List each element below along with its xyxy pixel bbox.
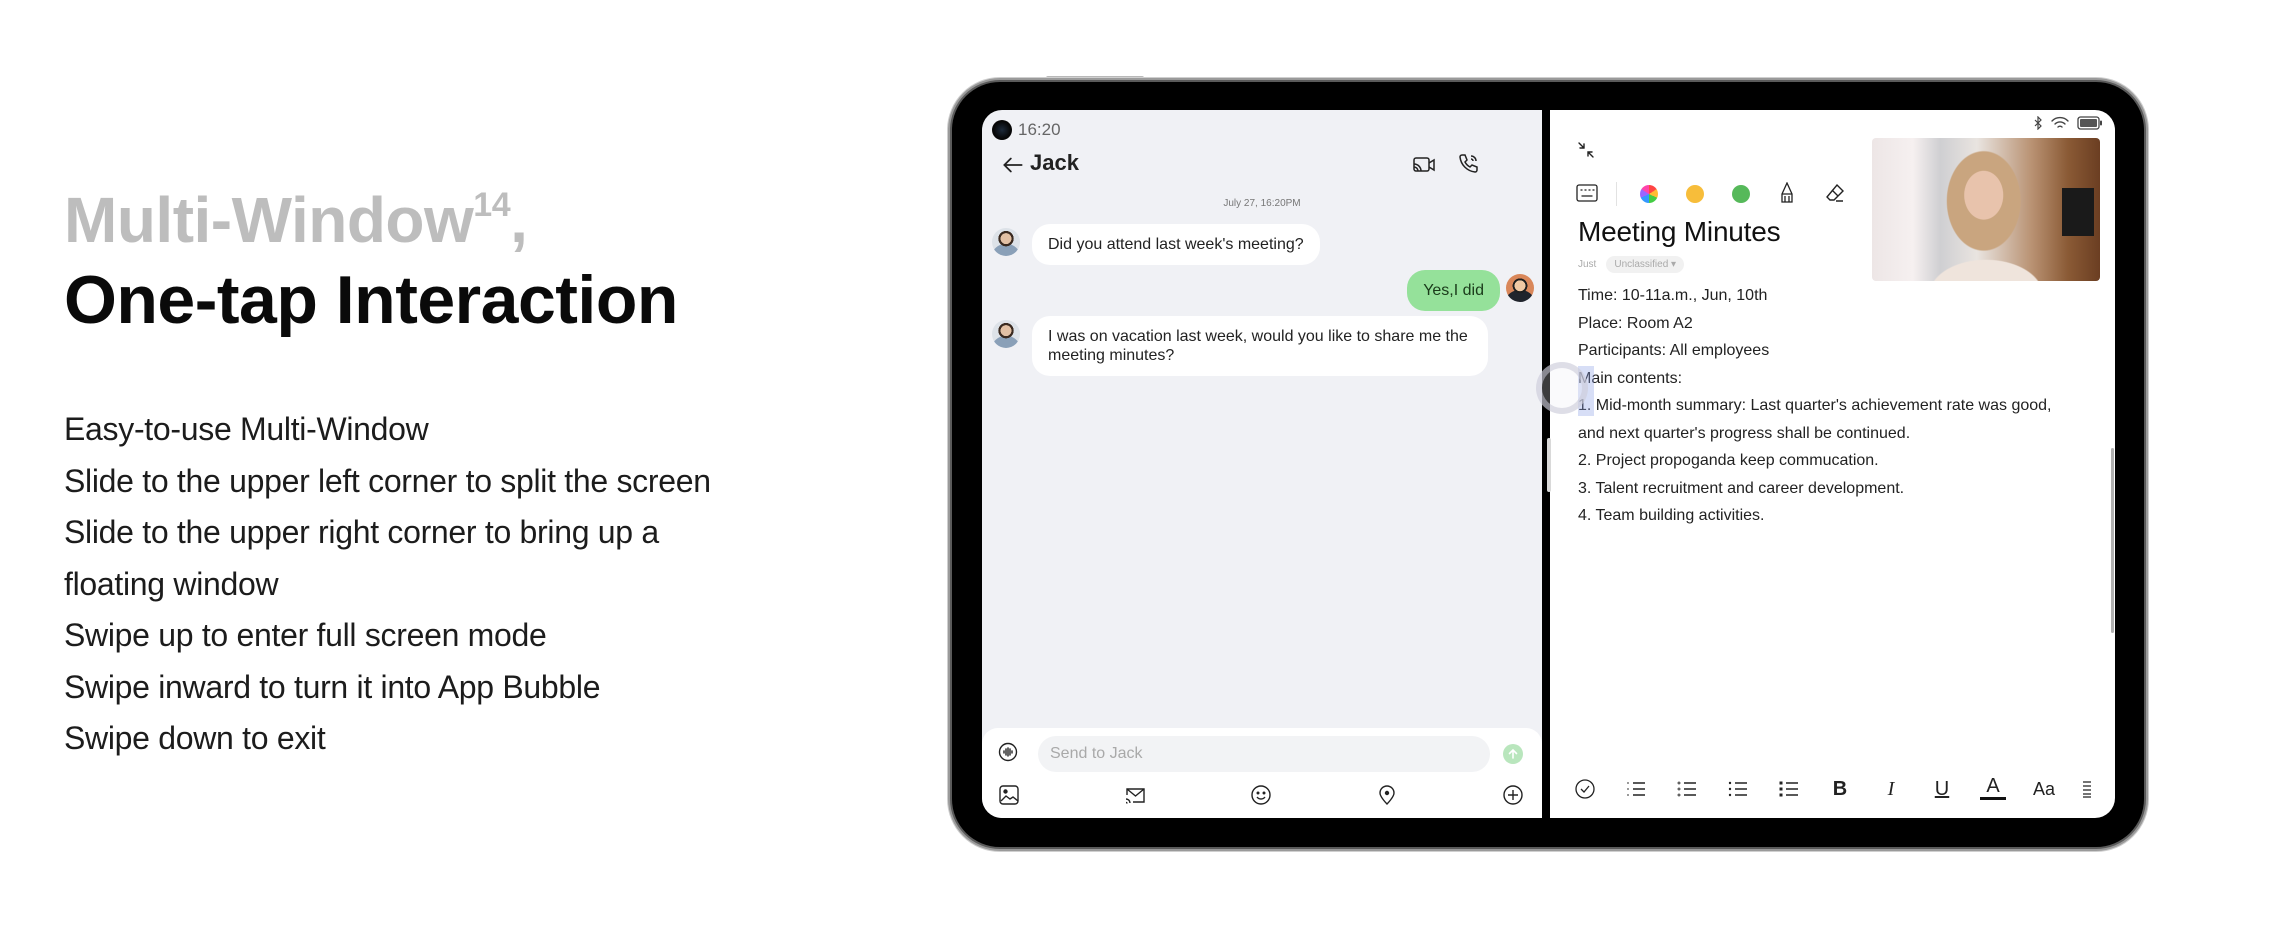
note-line: Participants: All employees [1578, 342, 1770, 359]
feature-list: Easy-to-use Multi-Window Slide to the up… [64, 404, 711, 765]
avatar-me[interactable] [1506, 274, 1534, 302]
message-row: I was on vacation last week, would you l… [982, 316, 1542, 380]
feature-item: floating window [64, 565, 279, 602]
note-line: and next quarter's progress shall be con… [1578, 424, 1911, 442]
numbered-list-icon[interactable] [1623, 776, 1649, 802]
category-dropdown[interactable]: Unclassified ▾ [1606, 256, 1685, 273]
note-title[interactable]: Meeting Minutes [1578, 216, 1781, 248]
add-icon[interactable] [1502, 784, 1524, 806]
back-arrow-icon[interactable] [1000, 152, 1026, 178]
feature-item: Easy-to-use Multi-Window [64, 411, 429, 447]
wifi-icon [2051, 116, 2069, 128]
mail-cast-icon[interactable] [1124, 784, 1146, 806]
note-line: Place: Room A2 [1578, 314, 1693, 332]
video-background-tv [2062, 188, 2094, 236]
category-label: Unclassified [1614, 259, 1669, 270]
message-bubble[interactable]: I was on vacation last week, would you l… [1032, 316, 1488, 376]
feature-item: Swipe inward to turn it into App Bubble [64, 668, 601, 705]
feature-item: Swipe down to exit [64, 720, 326, 756]
bulleted-list-bold-icon[interactable] [1776, 776, 1802, 802]
phone-call-icon[interactable] [1456, 152, 1480, 176]
lettered-list-icon[interactable] [1674, 776, 1700, 802]
split-divider-handle[interactable] [1547, 438, 1551, 492]
bluetooth-icon [2034, 116, 2042, 130]
message-bubble-mine[interactable]: Yes,I did [1407, 270, 1500, 311]
floating-video-window[interactable] [1872, 138, 2100, 281]
emoji-icon[interactable] [1250, 784, 1272, 806]
note-body[interactable]: Time: 10-11a.m., Jun, 10th Place: Room A… [1578, 282, 2098, 530]
touch-indicator [1536, 362, 1588, 414]
headline-title: Multi-Window [64, 184, 474, 256]
chat-title: Jack [1030, 150, 1079, 175]
toolbar-divider [1616, 182, 1617, 206]
underline-button[interactable]: U [1929, 776, 1955, 802]
note-line: Time: 10-11a.m., Jun, 10th [1578, 287, 1768, 304]
note-line: Main contents: [1578, 369, 1683, 387]
status-time: 16:20 [1018, 120, 1061, 139]
chat-window: 16:20 Jack July 27, 16:20PM Did you atte… [982, 110, 1542, 818]
avatar-jack[interactable] [992, 228, 1020, 256]
send-button[interactable] [1503, 744, 1523, 764]
note-line: 2. Project propoganda keep commucation. [1578, 452, 1879, 469]
voice-input-icon[interactable] [998, 742, 1018, 762]
pen-icon[interactable] [1780, 182, 1794, 204]
headline-comma: , [510, 184, 528, 256]
note-line: 3. Talent recruitment and career develop… [1578, 479, 1905, 497]
caret-down-icon: ▾ [1671, 259, 1677, 270]
font-color-button[interactable]: A [1980, 775, 2006, 800]
video-call-icon[interactable] [1412, 154, 1436, 176]
green-color-icon[interactable] [1732, 185, 1750, 203]
keyboard-icon[interactable] [1576, 184, 1598, 202]
format-toolbar: B I U A Aa [1550, 774, 2115, 804]
bold-button[interactable]: B [1827, 776, 1853, 802]
feature-item: Slide to the upper right corner to bring… [64, 514, 659, 550]
font-size-button[interactable]: Aa [2031, 776, 2057, 802]
message-composer [982, 728, 1542, 818]
status-bar [2033, 116, 2103, 130]
avatar-jack[interactable] [992, 320, 1020, 348]
location-icon[interactable] [1376, 784, 1398, 806]
message-input[interactable] [1038, 736, 1490, 772]
note-line: 1. Mid-month summary: Last quarter's ach… [1578, 397, 2052, 414]
feature-item: Slide to the upper left corner to split … [64, 462, 711, 499]
message-bubble[interactable]: Did you attend last week's meeting? [1032, 224, 1320, 265]
italic-button[interactable]: I [1878, 776, 1904, 802]
message-row: Yes,I did [982, 270, 1542, 314]
chat-header: Jack [982, 146, 1542, 186]
note-line: 4. Team building activities. [1578, 507, 1765, 524]
front-camera-icon [992, 120, 1012, 140]
checklist-icon[interactable] [1572, 776, 1598, 802]
yellow-color-icon[interactable] [1686, 185, 1704, 203]
headline-line2: One-tap Interaction [64, 262, 678, 338]
headline: Multi-Window14, One-tap Interaction [64, 166, 678, 341]
notes-scrollbar[interactable] [2111, 448, 2114, 633]
message-row: Did you attend last week's meeting? [982, 224, 1542, 268]
note-timestamp: Just [1578, 259, 1597, 270]
color-palette-icon[interactable] [1640, 185, 1658, 203]
footnote-superscript: 14 [473, 186, 511, 224]
eraser-icon[interactable] [1824, 182, 1846, 204]
feature-item: Swipe up to enter full screen mode [64, 617, 547, 653]
bulleted-list-icon[interactable] [1725, 776, 1751, 802]
date-stamp: July 27, 16:20PM [1223, 198, 1301, 209]
image-icon[interactable] [998, 784, 1020, 806]
note-meta: Just Unclassified ▾ [1578, 256, 1685, 273]
shrink-window-icon[interactable] [1576, 140, 1596, 160]
headline-line1: Multi-Window14, [64, 166, 678, 259]
tablet-top-button [1046, 76, 1144, 80]
align-icon[interactable] [2074, 776, 2100, 802]
arrow-up-icon [1508, 748, 1518, 759]
battery-icon [2077, 116, 2102, 130]
